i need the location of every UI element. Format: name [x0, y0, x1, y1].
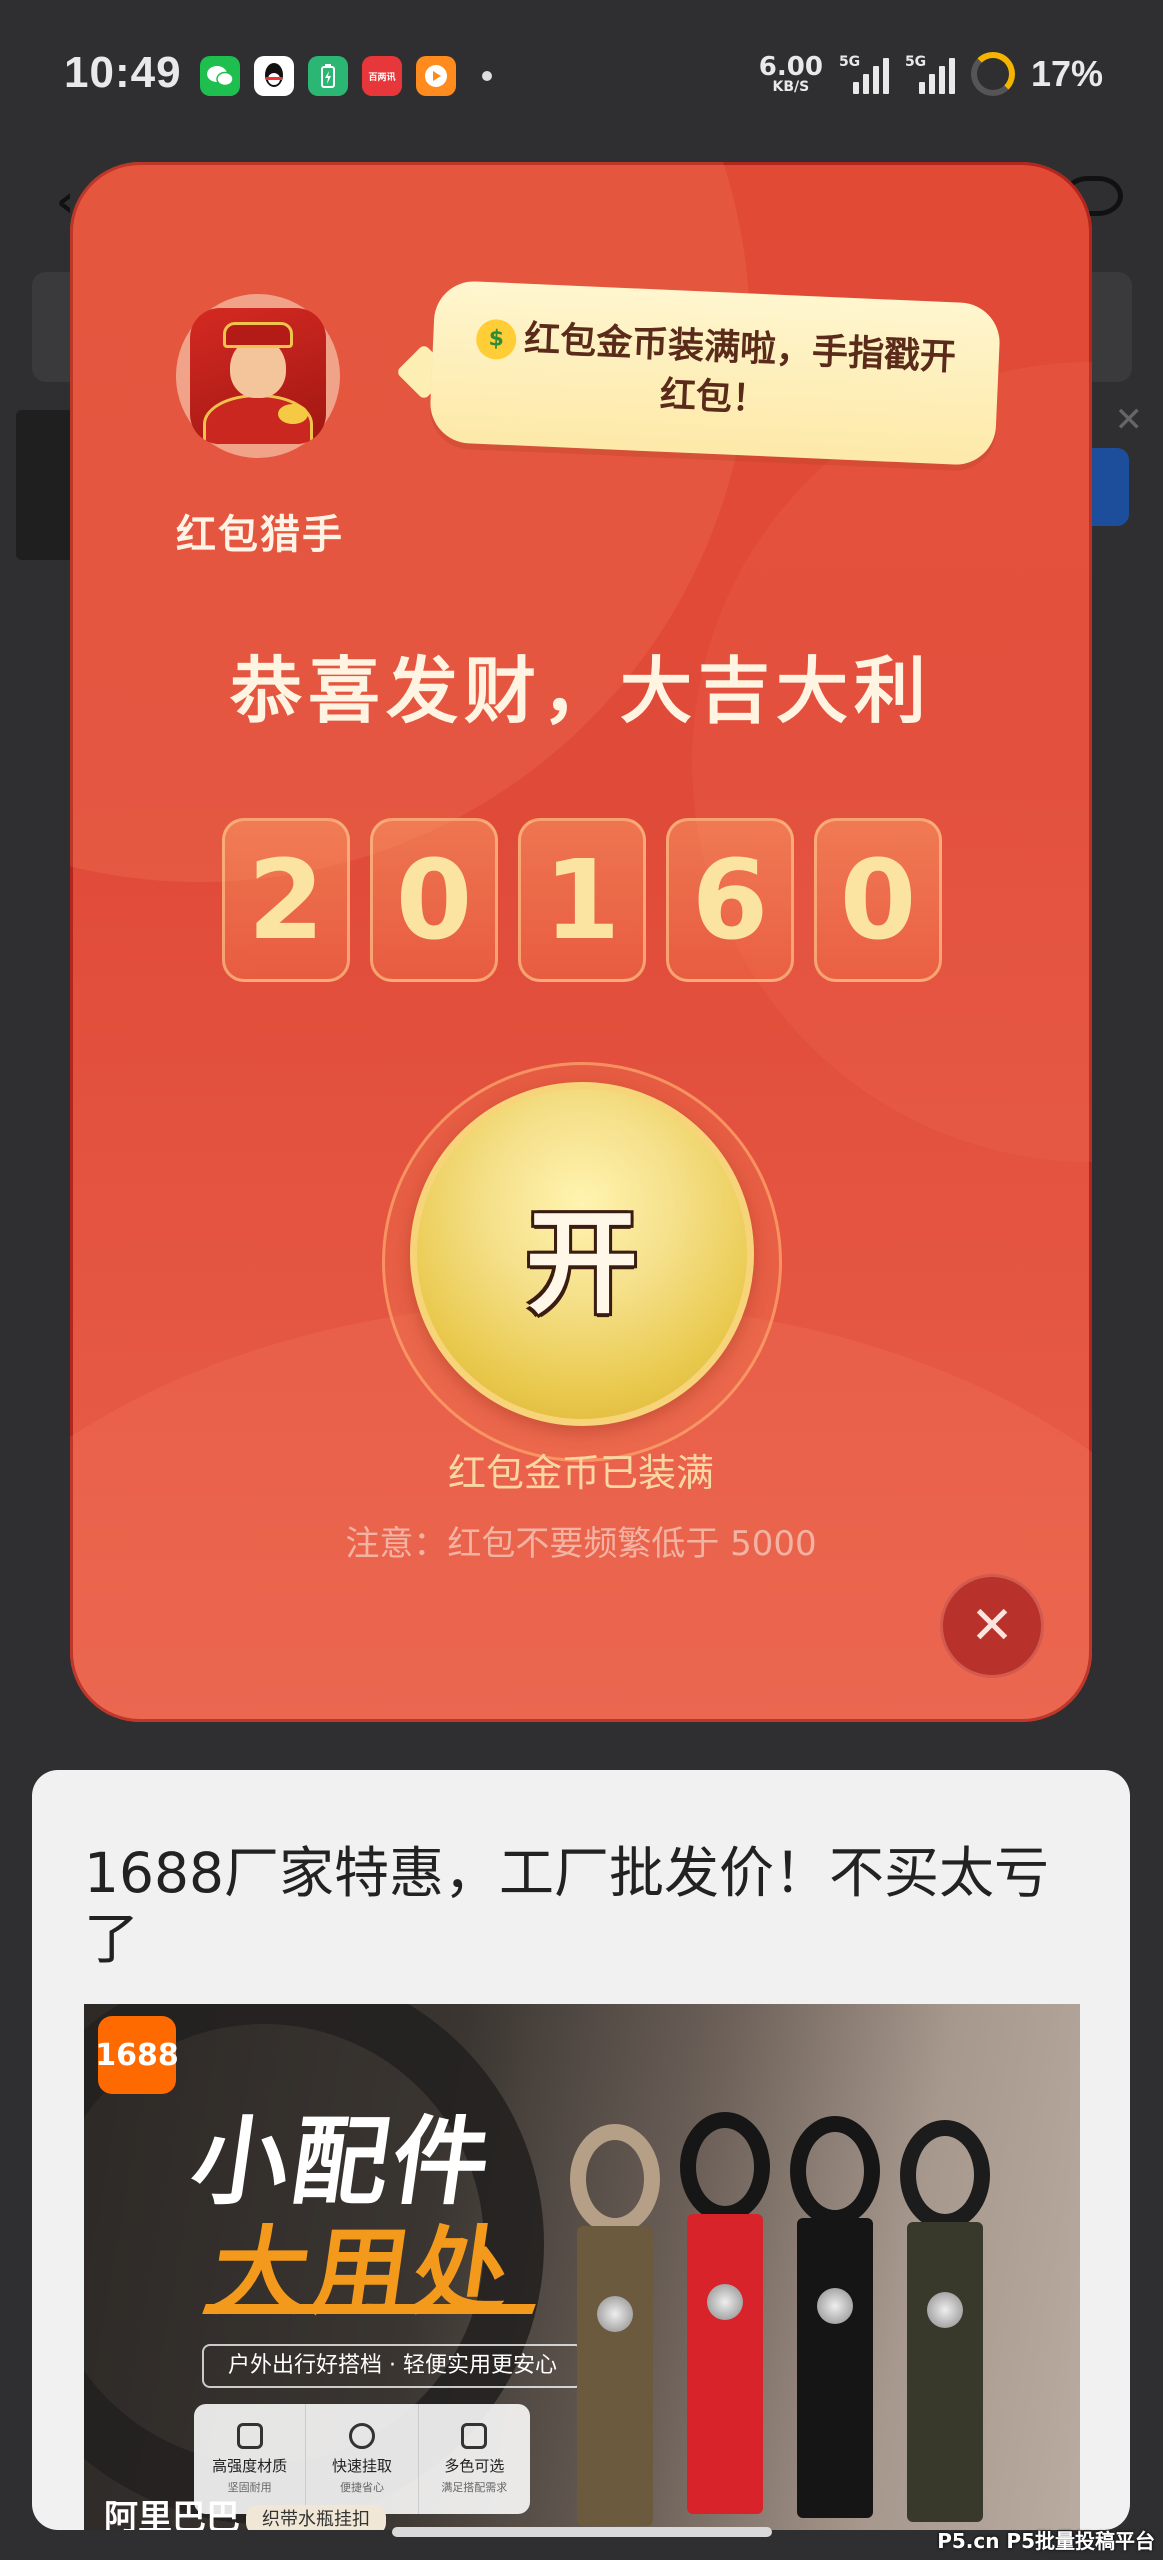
battery-percent: 17%	[1030, 53, 1103, 94]
feature-title: 高强度材质	[212, 2457, 288, 2475]
speech-bubble: $ 红包金币装满啦，手指戳开红包！	[428, 279, 1002, 467]
status-time: 10:49	[64, 48, 182, 97]
signal-icon: 5G	[839, 54, 889, 94]
counter-digit: 2	[222, 818, 350, 982]
counter-digit: 1	[518, 818, 646, 982]
battery-icon	[970, 52, 1015, 96]
product-strap-olive	[900, 2120, 990, 2522]
signal-label: 5G	[838, 54, 861, 70]
bottom-chip: 织带水瓶挂扣	[246, 2504, 386, 2530]
hook-icon	[348, 2423, 375, 2449]
coins-filled-label: 红包金币已装满	[447, 1451, 714, 1495]
background-close-icon: ✕	[1114, 400, 1144, 440]
wechat-icon	[200, 56, 240, 96]
notice-text: 注意：红包不要频繁低于 5000	[345, 1524, 817, 1564]
counter-digit: 6	[666, 818, 794, 982]
network-speed-unit: KB/S	[772, 79, 810, 95]
ad-title[interactable]: 1688厂家特惠，工厂批发价！不买太亏了	[84, 1840, 1094, 1972]
close-popup-button[interactable]: ✕	[940, 1574, 1044, 1678]
ad-card[interactable]: 1688厂家特惠，工厂批发价！不买太亏了 1688 小配件 大用处 户外出行好搭…	[32, 1770, 1130, 2530]
feature-title: 快速挂取	[331, 2457, 392, 2475]
feature-subtitle: 便捷省心	[339, 2481, 384, 2494]
video-app-icon	[416, 56, 456, 96]
shield-icon	[236, 2423, 263, 2449]
open-red-packet-button[interactable]: 开	[410, 1082, 754, 1426]
brand-logo: 1688	[95, 2016, 179, 2094]
money-face-emoji-icon: $	[475, 318, 518, 360]
color-grid-icon	[461, 2423, 488, 2449]
battery-app-icon	[308, 56, 348, 96]
red-packet-popup: 红包猎手 $ 红包金币装满啦，手指戳开红包！ 恭喜发财，大吉大利 2 0 1 6 …	[70, 162, 1092, 1722]
counter-digit: 0	[814, 818, 942, 982]
notification-icons: 百两讯	[200, 56, 492, 96]
ad-image[interactable]: 1688 小配件 大用处 户外出行好搭档 · 轻便实用更安心 高强度材质 坚固耐…	[84, 2004, 1080, 2530]
home-indicator[interactable]	[392, 2527, 772, 2537]
god-of-wealth-icon	[190, 308, 326, 444]
bubble-text: 红包金币装满啦，手指戳开红包！	[523, 318, 957, 421]
greeting-headline: 恭喜发财，大吉大利	[229, 649, 932, 733]
system-indicators: 6.00 KB/S 5G 5G 17%	[759, 52, 1103, 96]
status-bar: 10:49 百两讯 6.00 KB/S 5G 5G 17%	[0, 0, 1163, 150]
feature-subtitle: 坚固耐用	[227, 2481, 272, 2494]
product-strap-red	[680, 2112, 770, 2514]
coin-counter: 2 0 1 6 0	[222, 818, 942, 982]
news-app-icon: 百两讯	[362, 56, 402, 96]
decor-circle	[692, 362, 1092, 1162]
signal-label-2: 5G	[904, 54, 927, 70]
feature-title: 多色可选	[444, 2457, 505, 2475]
promo-underline	[202, 2304, 536, 2314]
product-strap-khaki	[570, 2124, 660, 2526]
app-avatar	[176, 294, 340, 458]
bottom-brand: 阿里巴巴	[104, 2498, 240, 2530]
promo-tagline: 户外出行好搭档 · 轻便实用更安心	[202, 2344, 583, 2388]
more-notifications-dot	[482, 71, 492, 81]
qq-icon	[254, 56, 294, 96]
app-name: 红包猎手	[176, 512, 344, 558]
network-speed-value: 6.00	[758, 52, 823, 82]
ad-bottom-strip: 阿里巴巴 织带水瓶挂扣	[84, 2498, 504, 2530]
product-strap-black	[790, 2116, 880, 2518]
feature-subtitle: 满足搭配需求	[441, 2481, 508, 2494]
close-icon: ✕	[970, 1596, 1014, 1656]
counter-digit: 0	[370, 818, 498, 982]
signal-icon-2: 5G	[905, 54, 955, 94]
network-speed: 6.00 KB/S	[759, 54, 823, 94]
watermark: P5.cn P5批量投稿平台	[937, 2529, 1155, 2553]
